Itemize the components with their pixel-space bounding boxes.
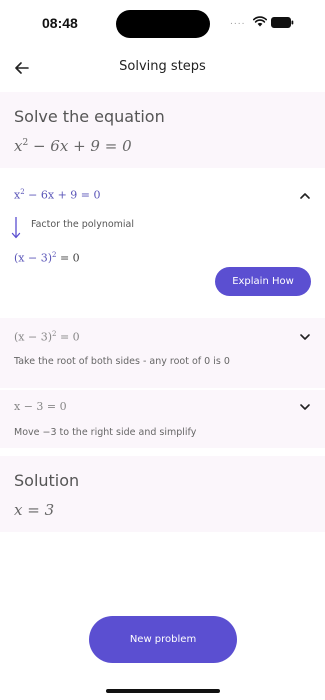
equation-heading: Solve the equation (14, 107, 165, 126)
status-time: 08:48 (42, 15, 78, 31)
step-1[interactable]: x2 − 6x + 9 = 0 Factor the polynomial (x… (0, 176, 325, 310)
step-1-result: (x − 3)2 = 0 (14, 251, 80, 265)
solving-steps-screen: 08:48 .... Solving steps Solve the equat… (0, 0, 325, 700)
step-2[interactable]: (x − 3)2 = 0 Take the root of both sides… (0, 318, 325, 388)
solution-card: Solution x = 3 (0, 456, 325, 532)
step-1-instruction: Factor the polynomial (31, 219, 135, 230)
signal-icon: .... (230, 17, 246, 27)
page-title: Solving steps (119, 59, 206, 74)
step-3-expression: x − 3 = 0 (14, 400, 67, 413)
expr-tail: − 6x + 9 = 0 (28, 137, 132, 155)
step-3-instruction: Move −3 to the right side and simplify (14, 427, 197, 438)
home-indicator[interactable] (106, 689, 220, 693)
expr-tail: = 0 (56, 251, 80, 265)
wifi-icon (253, 16, 267, 27)
expr-tail: − 6x + 9 = 0 (24, 188, 101, 202)
expr-tail: = 0 (56, 330, 80, 344)
step-1-expression: x2 − 6x + 9 = 0 (14, 188, 101, 202)
arrow-down-icon (11, 217, 21, 239)
equation-card: Solve the equation x2 − 6x + 9 = 0 (0, 92, 325, 168)
chevron-down-icon[interactable] (299, 333, 311, 341)
solution-heading: Solution (14, 471, 80, 490)
step-2-instruction: Take the root of both sides - any root o… (14, 356, 230, 367)
dynamic-island (116, 10, 210, 38)
expr-base: (x − 3) (14, 330, 52, 344)
solution-value: x = 3 (14, 501, 55, 519)
step-3[interactable]: x − 3 = 0 Move −3 to the right side and … (0, 390, 325, 448)
new-problem-button[interactable]: New problem (89, 616, 237, 663)
expr-base: (x − 3) (14, 251, 52, 265)
explain-how-button[interactable]: Explain How (215, 267, 311, 296)
header: Solving steps (0, 50, 325, 86)
step-2-expression: (x − 3)2 = 0 (14, 330, 80, 344)
battery-icon (271, 17, 294, 28)
status-bar: 08:48 .... (0, 0, 325, 46)
chevron-down-icon[interactable] (299, 403, 311, 411)
chevron-up-icon[interactable] (299, 192, 311, 200)
equation-expression: x2 − 6x + 9 = 0 (14, 137, 132, 155)
